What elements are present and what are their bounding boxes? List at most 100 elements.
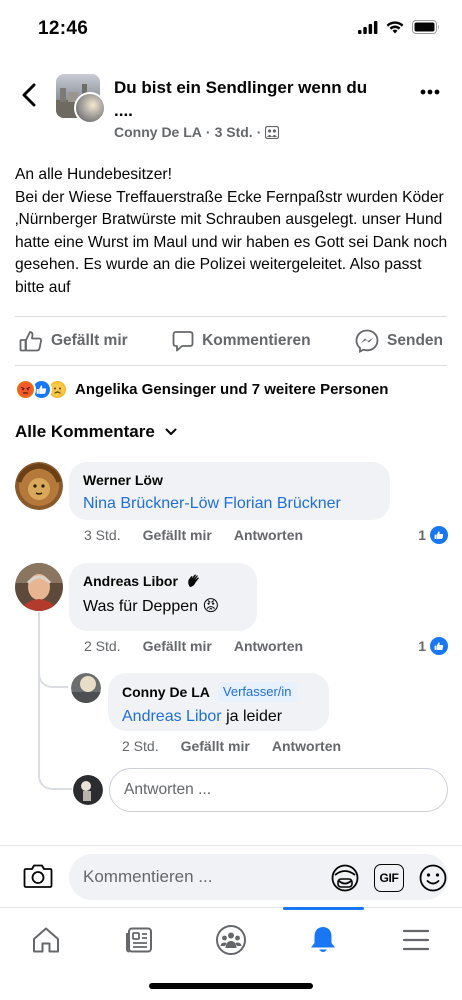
thumbs-up-icon — [19, 331, 42, 352]
comment-like-button[interactable]: Gefällt mir — [143, 638, 212, 654]
nav-notifications[interactable] — [277, 907, 369, 971]
like-count-number: 1 — [418, 527, 426, 543]
comment-author[interactable]: Andreas Libor — [83, 572, 243, 590]
meta-separator: · — [256, 124, 262, 140]
reply-thread-line — [38, 612, 40, 772]
more-options-button[interactable] — [416, 80, 444, 104]
avatar[interactable] — [15, 462, 63, 510]
like-label: Gefällt mir — [51, 332, 128, 349]
bottom-nav — [0, 907, 462, 971]
camera-icon — [23, 864, 53, 888]
post-text: An alle Hundebesitzer! Bei der Wiese Tre… — [15, 166, 448, 296]
avatar[interactable] — [15, 563, 63, 611]
comment-author[interactable]: Werner Löw — [83, 471, 376, 489]
bell-icon — [311, 926, 336, 952]
author-badge: Verfasser/in — [217, 682, 297, 702]
post-meta: Conny De LA · 3 Std. · — [114, 124, 280, 140]
reply-author-name: Conny De LA — [122, 684, 210, 700]
reactions-text: Angelika Gensinger und 7 weitere Persone… — [75, 380, 389, 398]
nav-menu[interactable] — [370, 908, 462, 971]
reply-connector — [38, 660, 68, 688]
signal-icon — [358, 20, 378, 34]
comment-text: Was für Deppen 😡 — [83, 598, 220, 615]
reaction-icons — [15, 378, 68, 400]
groups-icon — [216, 924, 247, 955]
camera-button[interactable] — [22, 860, 54, 892]
comment-icon — [172, 331, 194, 352]
status-icons — [358, 20, 440, 34]
messenger-icon — [355, 329, 379, 353]
meta-separator: · — [205, 124, 211, 140]
reactions-summary[interactable]: Angelika Gensinger und 7 weitere Persone… — [15, 376, 388, 402]
avatar-sticker-icon[interactable] — [330, 863, 360, 893]
comment-input-placeholder: Kommentieren ... — [83, 867, 213, 886]
comment-like-count[interactable]: 1 — [418, 637, 448, 655]
comment-composer: Kommentieren ... GIF — [0, 845, 462, 907]
like-badge-icon — [430, 526, 448, 544]
comment-tags[interactable]: Nina Brückner-Löw Florian Brückner — [83, 493, 376, 515]
comments-filter-label: Alle Kommentare — [15, 422, 155, 441]
group-title[interactable]: Du bist ein Sendlinger wenn du .... — [114, 76, 374, 122]
reply-reply-button[interactable]: Antworten — [272, 738, 341, 754]
avatar[interactable] — [71, 673, 101, 703]
comment-bubble[interactable]: Werner Löw Nina Brückner-Löw Florian Brü… — [69, 462, 390, 520]
comments-filter[interactable]: Alle Kommentare — [15, 422, 177, 442]
reply-tag[interactable]: Andreas Libor — [122, 708, 222, 725]
gif-button[interactable]: GIF — [374, 864, 404, 892]
newsfeed-icon — [125, 927, 152, 952]
wifi-icon — [386, 20, 404, 33]
like-badge-icon — [430, 637, 448, 655]
group-avatar[interactable] — [56, 74, 106, 124]
post-author[interactable]: Conny De LA — [114, 124, 202, 140]
waving-hand-icon — [188, 574, 199, 587]
comment-button[interactable]: Kommentieren — [172, 330, 311, 352]
send-button[interactable]: Senden — [355, 329, 443, 353]
post-action-bar: Gefällt mir Kommentieren Senden — [15, 316, 447, 366]
like-count-number: 1 — [418, 638, 426, 654]
emoji-icon[interactable] — [418, 863, 448, 893]
composer-icons: GIF — [330, 863, 448, 893]
reply-input[interactable]: Antworten ... — [109, 768, 448, 812]
comment-author-name: Andreas Libor — [83, 573, 178, 589]
author-avatar-small — [74, 92, 106, 124]
send-label: Senden — [387, 332, 443, 349]
menu-icon — [402, 929, 429, 950]
current-user-avatar — [73, 775, 103, 805]
reply-like-button[interactable]: Gefällt mir — [181, 738, 250, 754]
reply-author[interactable]: Conny De LA Verfasser/in — [122, 682, 315, 702]
like-button[interactable]: Gefällt mir — [19, 330, 128, 352]
comment-bubble[interactable]: Andreas Libor Was für Deppen 😡 — [69, 563, 257, 631]
comment-label: Kommentieren — [202, 332, 311, 349]
comment-reply-button[interactable]: Antworten — [234, 638, 303, 654]
reply-text: Andreas Libor ja leider — [122, 706, 315, 728]
home-icon — [33, 927, 60, 952]
comment-time[interactable]: 3 Std. — [84, 527, 121, 543]
reply-time[interactable]: 2 Std. — [122, 738, 159, 754]
more-dots-icon — [420, 89, 440, 95]
reply-input-placeholder: Antworten ... — [124, 781, 212, 798]
nav-home[interactable] — [0, 908, 92, 971]
reply-bubble[interactable]: Conny De LA Verfasser/in Andreas Libor j… — [108, 673, 329, 731]
comment-reply-button[interactable]: Antworten — [234, 527, 303, 543]
comment-time[interactable]: 2 Std. — [84, 638, 121, 654]
comment-actions: 2 Std. Gefällt mir Antworten — [84, 638, 303, 654]
nav-groups[interactable] — [185, 908, 277, 971]
status-time: 12:46 — [38, 18, 89, 39]
home-indicator — [149, 983, 313, 989]
chevron-down-icon — [165, 428, 177, 435]
post-time[interactable]: 3 Std. — [215, 124, 253, 140]
battery-icon — [412, 20, 439, 34]
nav-news[interactable] — [92, 908, 184, 971]
reply-actions: 2 Std. Gefällt mir Antworten — [122, 738, 341, 754]
reply-text-body: ja leider — [221, 708, 283, 725]
post-header: Du bist ein Sendlinger wenn du .... Conn… — [0, 68, 462, 148]
chevron-left-icon — [22, 83, 36, 107]
group-audience-icon — [265, 125, 280, 139]
comment-like-button[interactable]: Gefällt mir — [143, 527, 212, 543]
status-bar: 12:46 — [0, 0, 462, 58]
angry-reaction-icon — [15, 378, 36, 400]
comment-actions: 3 Std. Gefällt mir Antworten — [84, 527, 303, 543]
reply-input-connector — [38, 760, 72, 790]
back-button[interactable] — [14, 80, 44, 110]
comment-like-count[interactable]: 1 — [418, 526, 448, 544]
